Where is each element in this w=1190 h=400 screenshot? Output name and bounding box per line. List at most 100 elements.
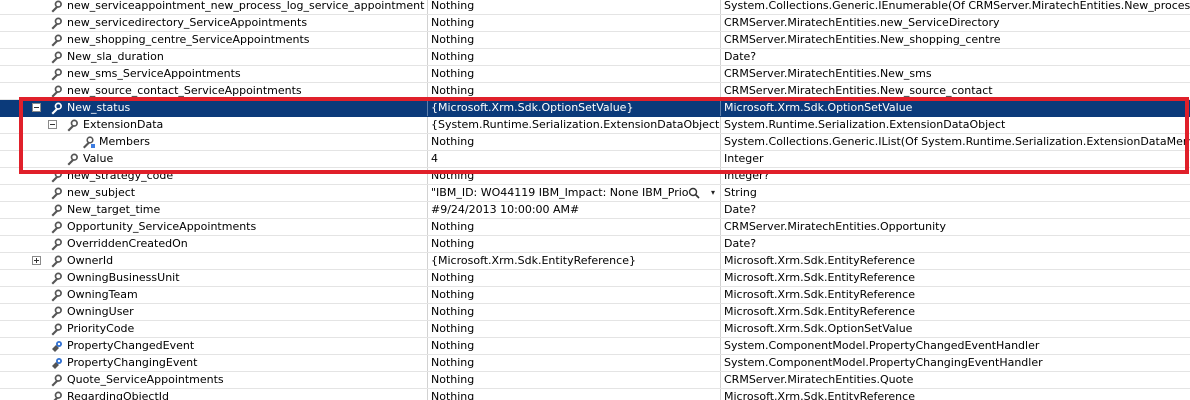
value-cell[interactable]: Nothing xyxy=(428,372,721,388)
watch-row[interactable]: OwningTeam Nothing Microsoft.Xrm.Sdk.Entit… xyxy=(0,287,1190,304)
property-name: new_source_contact_ServiceAppointments xyxy=(67,84,302,97)
name-cell[interactable]: OwnerId xyxy=(0,253,428,269)
watch-row[interactable]: OwnerId {Microsoft.Xrm.Sdk.EntityReferenc… xyxy=(0,253,1190,270)
name-cell[interactable]: Opportunity_ServiceAppointments xyxy=(0,219,428,235)
watch-row[interactable]: new_serviceappointment_new_process_log_s… xyxy=(0,0,1190,15)
watch-row[interactable]: new_sms_ServiceAppointments Nothing CRMSer… xyxy=(0,66,1190,83)
property-name: RegardingObjectId xyxy=(67,390,170,400)
value-cell[interactable]: {Microsoft.Xrm.Sdk.OptionSetValue} xyxy=(428,100,721,116)
watch-row[interactable]: Quote_ServiceAppointments Nothing CRMServe… xyxy=(0,372,1190,389)
value-cell[interactable]: Nothing xyxy=(428,0,721,14)
property-name: new_shopping_centre_ServiceAppointments xyxy=(67,33,310,46)
watch-row[interactable]: PriorityCode Nothing Microsoft.Xrm.Sdk.Opt… xyxy=(0,321,1190,338)
watch-row[interactable]: New_sla_duration Nothing Date? xyxy=(0,49,1190,66)
value-cell[interactable]: #9/24/2013 10:00:00 AM# xyxy=(428,202,721,218)
name-cell[interactable]: new_subject xyxy=(0,185,428,201)
name-cell[interactable]: new_source_contact_ServiceAppointments xyxy=(0,83,428,99)
name-cell[interactable]: RegardingObjectId xyxy=(0,389,428,400)
watch-row[interactable]: PropertyChangedEvent Nothing System.Compon… xyxy=(0,338,1190,355)
watch-row[interactable]: OwningUser Nothing Microsoft.Xrm.Sdk.Entit… xyxy=(0,304,1190,321)
watch-row[interactable]: RegardingObjectId Nothing Microsoft.Xrm.Sd… xyxy=(0,389,1190,400)
type-cell: String xyxy=(724,186,757,199)
watch-row[interactable]: Opportunity_ServiceAppointments Nothing CR… xyxy=(0,219,1190,236)
value-cell[interactable]: Nothing xyxy=(428,338,721,354)
watch-row[interactable]: new_source_contact_ServiceAppointments No… xyxy=(0,83,1190,100)
type-cell: Microsoft.Xrm.Sdk.EntityReference xyxy=(724,254,915,267)
value-cell[interactable]: Nothing xyxy=(428,236,721,252)
name-cell[interactable]: Value xyxy=(0,151,428,167)
name-cell[interactable]: Members xyxy=(0,134,428,150)
value-cell[interactable]: Nothing xyxy=(428,304,721,320)
property-name: new_serviceappointment_new_process_log_s… xyxy=(67,0,425,12)
name-cell[interactable]: OwningBusinessUnit xyxy=(0,270,428,286)
search-icon[interactable] xyxy=(688,187,700,199)
property-value: Nothing xyxy=(431,288,475,301)
value-cell[interactable]: {Microsoft.Xrm.Sdk.EntityReference} xyxy=(428,253,721,269)
name-cell[interactable]: PropertyChangingEvent xyxy=(0,355,428,371)
name-cell[interactable]: New_sla_duration xyxy=(0,49,428,65)
name-cell[interactable]: OwningTeam xyxy=(0,287,428,303)
expand-icon[interactable] xyxy=(32,256,41,265)
collapse-icon[interactable] xyxy=(32,103,41,112)
name-cell[interactable]: PropertyChangedEvent xyxy=(0,338,428,354)
name-cell[interactable]: new_shopping_centre_ServiceAppointments xyxy=(0,32,428,48)
watch-row[interactable]: OwningBusinessUnit Nothing Microsoft.Xrm.S… xyxy=(0,270,1190,287)
watch-row[interactable]: New_status {Microsoft.Xrm.Sdk.OptionSetVa… xyxy=(0,100,1190,117)
value-cell[interactable]: 4 xyxy=(428,151,721,167)
name-cell[interactable]: new_sms_ServiceAppointments xyxy=(0,66,428,82)
type-cell: System.Collections.Generic.IList(Of Syst… xyxy=(724,135,1190,148)
name-cell[interactable]: New_target_time xyxy=(0,202,428,218)
name-cell[interactable]: new_servicedirectory_ServiceAppointments xyxy=(0,15,428,31)
watch-row[interactable]: new_shopping_centre_ServiceAppointments N… xyxy=(0,32,1190,49)
value-cell[interactable]: Nothing xyxy=(428,389,721,400)
name-cell[interactable]: new_serviceappointment_new_process_log_s… xyxy=(0,0,428,14)
type-cell: System.Collections.Generic.IEnumerable(O… xyxy=(724,0,1190,12)
name-cell[interactable]: ExtensionData xyxy=(0,117,428,133)
value-cell[interactable]: Nothing xyxy=(428,83,721,99)
property-value: 4 xyxy=(431,152,438,165)
value-cell[interactable]: "IBM_ID: WO44119 IBM_Impact: None IBM_Pr… xyxy=(428,185,721,201)
watch-row[interactable]: new_subject "IBM_ID: WO44119 IBM_Impact: … xyxy=(0,185,1190,202)
type-cell: System.ComponentModel.PropertyChangedEve… xyxy=(724,339,1040,352)
value-cell[interactable]: Nothing xyxy=(428,168,721,184)
value-cell[interactable]: Nothing xyxy=(428,32,721,48)
watch-row[interactable]: Members Nothing System.Collections.Generic… xyxy=(0,134,1190,151)
wrench-icon xyxy=(51,102,62,115)
collapse-icon[interactable] xyxy=(48,120,57,129)
watch-row[interactable]: OverriddenCreatedOn Nothing Date? xyxy=(0,236,1190,253)
type-cell: Date? xyxy=(724,203,757,216)
value-cell[interactable]: Nothing xyxy=(428,270,721,286)
property-value: Nothing xyxy=(431,373,475,386)
property-name: Quote_ServiceAppointments xyxy=(67,373,224,386)
watch-row[interactable]: PropertyChangingEvent Nothing System.Compo… xyxy=(0,355,1190,372)
value-cell[interactable]: Nothing xyxy=(428,134,721,150)
value-cell[interactable]: {System.Runtime.Serialization.ExtensionD… xyxy=(428,117,721,133)
watch-row[interactable]: new_strategy_code Nothing Integer? xyxy=(0,168,1190,185)
value-cell[interactable]: Nothing xyxy=(428,219,721,235)
value-cell[interactable]: Nothing xyxy=(428,15,721,31)
property-name: OwningUser xyxy=(67,305,134,318)
type-cell: Integer xyxy=(724,152,764,165)
value-cell[interactable]: Nothing xyxy=(428,355,721,371)
wrench-icon xyxy=(51,17,62,30)
property-name: PropertyChangedEvent xyxy=(67,339,195,352)
value-cell[interactable]: Nothing xyxy=(428,49,721,65)
name-cell[interactable]: OwningUser xyxy=(0,304,428,320)
watch-row[interactable]: Value 4 Integer xyxy=(0,151,1190,168)
value-cell[interactable]: Nothing xyxy=(428,66,721,82)
watch-row[interactable]: ExtensionData {System.Runtime.Serializati… xyxy=(0,117,1190,134)
name-cell[interactable]: Quote_ServiceAppointments xyxy=(0,372,428,388)
watch-row[interactable]: new_servicedirectory_ServiceAppointments… xyxy=(0,15,1190,32)
value-cell[interactable]: Nothing xyxy=(428,321,721,337)
name-cell[interactable]: PriorityCode xyxy=(0,321,428,337)
type-cell: Date? xyxy=(724,237,757,250)
name-cell[interactable]: new_strategy_code xyxy=(0,168,428,184)
value-cell[interactable]: Nothing xyxy=(428,287,721,303)
property-name: new_strategy_code xyxy=(67,169,174,182)
wrench-icon xyxy=(53,391,62,400)
name-cell[interactable]: OverriddenCreatedOn xyxy=(0,236,428,252)
dropdown-arrow-icon[interactable]: ▾ xyxy=(711,187,715,199)
name-cell[interactable]: New_status xyxy=(0,100,428,116)
watch-row[interactable]: New_target_time #9/24/2013 10:00:00 AM# Da… xyxy=(0,202,1190,219)
property-name: new_subject xyxy=(67,186,136,199)
